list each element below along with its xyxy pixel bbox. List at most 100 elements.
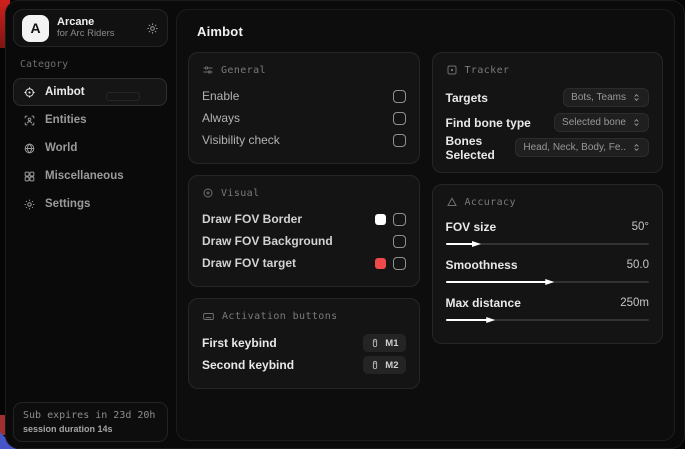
smoothness-slider[interactable] <box>446 278 650 286</box>
setting-row: Draw FOV target <box>202 252 406 274</box>
setting-label: Draw FOV target <box>202 256 296 270</box>
first-keybind-button[interactable]: M1 <box>363 334 405 352</box>
slider-row: FOV size 50° <box>446 217 650 248</box>
keybind-value: M2 <box>385 360 398 371</box>
draw-fov-border-checkbox[interactable] <box>393 213 406 226</box>
slider-fill <box>446 319 489 321</box>
sidebar-item-aimbot[interactable]: Aimbot <box>13 78 167 106</box>
color-swatch[interactable] <box>375 258 386 269</box>
sidebar: A Arcane for Arc Riders Category Aimbot <box>6 1 174 448</box>
panel-title: Accuracy <box>465 197 516 208</box>
slider-fill <box>446 281 548 283</box>
panel-title: Visual <box>221 188 260 199</box>
max-distance-slider[interactable] <box>446 316 650 324</box>
setting-label: Second keybind <box>202 358 294 372</box>
mouse-icon <box>370 360 380 370</box>
dropdown-value: Head, Neck, Body, Fe.. <box>523 142 626 153</box>
sidebar-item-miscellaneous[interactable]: Miscellaneous <box>13 162 167 190</box>
row-controls <box>375 257 406 270</box>
panel-title: Activation buttons <box>222 311 338 322</box>
sidebar-item-label: World <box>45 142 77 154</box>
slider-row: Max distance 250m <box>446 293 650 324</box>
mouse-icon <box>370 338 380 348</box>
sidebar-item-label: Miscellaneous <box>45 170 124 182</box>
main-panel: Aimbot General Enable <box>176 9 675 441</box>
setting-label: Smoothness <box>446 258 518 272</box>
slider-thumb[interactable] <box>486 316 495 324</box>
page-title: Aimbot <box>197 24 663 39</box>
slider-row: Smoothness 50.0 <box>446 255 650 286</box>
sidebar-item-entities[interactable]: Entities <box>13 106 167 134</box>
gear-icon[interactable] <box>146 22 159 35</box>
activation-panel: Activation buttons First keybind M1 <box>188 298 420 389</box>
draw-fov-background-checkbox[interactable] <box>393 235 406 248</box>
keyboard-icon <box>202 310 215 323</box>
setting-row: Enable <box>202 85 406 107</box>
setting-label: Bones Selected <box>446 134 516 162</box>
slider-thumb[interactable] <box>472 240 481 248</box>
entities-icon <box>23 114 36 127</box>
accuracy-panel: Accuracy FOV size 50° <box>432 184 664 344</box>
color-swatch[interactable] <box>375 214 386 225</box>
faint-key-hint <box>106 92 140 101</box>
sidebar-item-label: Settings <box>45 198 90 210</box>
category-label: Category <box>20 59 174 70</box>
general-panel: General Enable Always Visibility check <box>188 52 420 164</box>
setting-label: FOV size <box>446 220 497 234</box>
setting-label: Find bone type <box>446 116 531 130</box>
setting-label: Draw FOV Background <box>202 234 333 248</box>
setting-label: Targets <box>446 91 488 105</box>
panel-title: Tracker <box>465 65 510 76</box>
setting-row: Bones Selected Head, Neck, Body, Fe.. <box>446 135 650 160</box>
setting-row: Draw FOV Background <box>202 230 406 252</box>
accuracy-panel-header: Accuracy <box>446 196 650 208</box>
brand-logo: A <box>22 15 49 42</box>
slider-value: 50° <box>632 221 649 233</box>
tracker-panel: Tracker Targets Bots, Teams <box>432 52 664 173</box>
setting-row: First keybind M1 <box>202 332 406 354</box>
chevrons-up-down-icon <box>632 93 641 102</box>
sidebar-item-label: Entities <box>45 114 87 126</box>
sidebar-item-world[interactable]: World <box>13 134 167 162</box>
setting-label: Visibility check <box>202 133 280 147</box>
second-keybind-button[interactable]: M2 <box>363 356 405 374</box>
setting-label: Always <box>202 111 240 125</box>
sidebar-item-settings[interactable]: Settings <box>13 190 167 218</box>
setting-row: Targets Bots, Teams <box>446 85 650 110</box>
sliders-icon <box>202 64 214 76</box>
panel-title: General <box>221 65 266 76</box>
setting-row: Find bone type Selected bone <box>446 110 650 135</box>
slider-thumb[interactable] <box>545 278 554 286</box>
scan-box-icon <box>446 64 458 76</box>
draw-fov-target-checkbox[interactable] <box>393 257 406 270</box>
enable-checkbox[interactable] <box>393 90 406 103</box>
find-bone-type-dropdown[interactable]: Selected bone <box>554 113 649 132</box>
brand-card: A Arcane for Arc Riders <box>13 9 168 47</box>
sidebar-item-label: Aimbot <box>45 86 85 98</box>
sub-expiry-text: Sub expires in 23d 20h <box>23 410 158 421</box>
screen: A Arcane for Arc Riders Category Aimbot <box>0 0 685 449</box>
grid-icon <box>23 170 36 183</box>
setting-label: Draw FOV Border <box>202 212 302 226</box>
brand-text: Arcane for Arc Riders <box>57 16 138 40</box>
fov-size-slider[interactable] <box>446 240 650 248</box>
bones-selected-dropdown[interactable]: Head, Neck, Body, Fe.. <box>515 138 649 157</box>
crosshair-icon <box>23 86 36 99</box>
always-checkbox[interactable] <box>393 112 406 125</box>
visual-panel: Visual Draw FOV Border Draw FOV Backgrou… <box>188 175 420 287</box>
circle-plus-icon <box>202 187 214 199</box>
session-duration-text: session duration 14s <box>23 424 158 434</box>
setting-row: Draw FOV Border <box>202 208 406 230</box>
activation-panel-header: Activation buttons <box>202 310 406 323</box>
content-columns: General Enable Always Visibility check <box>188 52 663 389</box>
targets-dropdown[interactable]: Bots, Teams <box>563 88 649 107</box>
chevrons-up-down-icon <box>632 118 641 127</box>
slider-value: 50.0 <box>627 259 649 271</box>
visibility-check-checkbox[interactable] <box>393 134 406 147</box>
brand-subtitle: for Arc Riders <box>57 29 138 40</box>
gear-icon <box>23 198 36 211</box>
slider-value: 250m <box>620 297 649 309</box>
subscription-card: Sub expires in 23d 20h session duration … <box>13 402 168 442</box>
dropdown-value: Bots, Teams <box>571 92 626 103</box>
right-column: Tracker Targets Bots, Teams <box>432 52 664 344</box>
